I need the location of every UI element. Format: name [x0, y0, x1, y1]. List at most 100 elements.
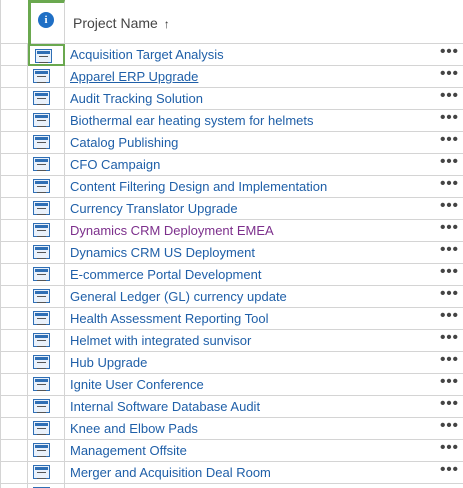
row-icon-cell[interactable] [28, 176, 65, 198]
more-options-icon[interactable]: ••• [435, 110, 463, 132]
project-name-link[interactable]: Audit Tracking Solution [65, 88, 435, 110]
table-row[interactable]: Acquisition Target Analysis ••• [1, 44, 463, 66]
project-name-link[interactable]: Merger and Acquisition Deal Room [65, 462, 435, 484]
project-name-link[interactable]: E-commerce Portal Development [65, 264, 435, 286]
row-select[interactable] [1, 242, 28, 264]
project-name-link[interactable]: Currency Translator Upgrade [65, 198, 435, 220]
row-icon-cell[interactable] [28, 462, 65, 484]
row-select[interactable] [1, 374, 28, 396]
table-row[interactable]: Merger and Acquisition Deal Room ••• [1, 462, 463, 484]
project-name-link[interactable]: Internal Software Database Audit [65, 396, 435, 418]
project-name-link[interactable]: Management Offsite [65, 440, 435, 462]
table-row[interactable]: Apparel ERP Upgrade ••• [1, 66, 463, 88]
table-row[interactable]: Audit Tracking Solution ••• [1, 88, 463, 110]
row-select[interactable] [1, 418, 28, 440]
more-options-icon[interactable]: ••• [435, 396, 463, 418]
more-options-icon[interactable]: ••• [435, 286, 463, 308]
table-row[interactable]: Internal Software Database Audit ••• [1, 396, 463, 418]
more-options-icon[interactable]: ••• [435, 242, 463, 264]
project-name-link[interactable]: Helmet with integrated sunvisor [65, 330, 435, 352]
project-name-link[interactable]: CFO Campaign [65, 154, 435, 176]
more-options-icon[interactable]: ••• [435, 66, 463, 88]
project-name-column-header[interactable]: Project Name ↑ [65, 0, 463, 44]
row-select[interactable] [1, 220, 28, 242]
more-options-icon[interactable]: ••• [435, 308, 463, 330]
row-icon-cell[interactable] [28, 264, 65, 286]
more-options-icon[interactable]: ••• [435, 352, 463, 374]
row-select[interactable] [1, 330, 28, 352]
row-select[interactable] [1, 352, 28, 374]
project-name-link[interactable]: Dynamics CRM US Deployment [65, 242, 435, 264]
table-row[interactable]: General Ledger (GL) currency update ••• [1, 286, 463, 308]
more-options-icon[interactable]: ••• [435, 44, 463, 66]
project-name-link[interactable]: Biothermal ear heating system for helmet… [65, 110, 435, 132]
row-icon-cell[interactable] [28, 330, 65, 352]
more-options-icon[interactable]: ••• [435, 132, 463, 154]
row-select[interactable] [1, 176, 28, 198]
row-select[interactable] [1, 110, 28, 132]
row-icon-cell[interactable] [28, 242, 65, 264]
project-name-link[interactable]: Dynamics CRM Deployment EMEA [65, 220, 435, 242]
row-select[interactable] [1, 308, 28, 330]
more-options-icon[interactable]: ••• [435, 264, 463, 286]
row-icon-cell[interactable] [28, 286, 65, 308]
more-options-icon[interactable]: ••• [435, 440, 463, 462]
row-icon-cell[interactable] [28, 66, 65, 88]
project-name-link[interactable]: Knee and Elbow Pads [65, 418, 435, 440]
row-select[interactable] [1, 286, 28, 308]
table-row[interactable]: Currency Translator Upgrade ••• [1, 198, 463, 220]
row-icon-cell[interactable] [28, 220, 65, 242]
project-name-link[interactable]: Health Assessment Reporting Tool [65, 308, 435, 330]
table-row[interactable]: Biothermal ear heating system for helmet… [1, 110, 463, 132]
table-row[interactable]: Dynamics CRM US Deployment ••• [1, 242, 463, 264]
row-icon-cell[interactable] [28, 88, 65, 110]
table-row[interactable]: Management Offsite ••• [1, 440, 463, 462]
row-icon-cell[interactable] [28, 198, 65, 220]
row-icon-cell[interactable] [28, 418, 65, 440]
row-icon-cell[interactable] [28, 352, 65, 374]
row-select[interactable] [1, 264, 28, 286]
more-options-icon[interactable]: ••• [435, 88, 463, 110]
table-row[interactable]: Health Assessment Reporting Tool ••• [1, 308, 463, 330]
row-select[interactable] [1, 198, 28, 220]
row-select[interactable] [1, 66, 28, 88]
table-row[interactable]: Catalog Publishing ••• [1, 132, 463, 154]
row-icon-cell[interactable] [28, 440, 65, 462]
info-column-header[interactable]: i [28, 0, 65, 44]
more-options-icon[interactable]: ••• [435, 176, 463, 198]
more-options-icon[interactable]: ••• [435, 198, 463, 220]
table-row[interactable]: Content Filtering Design and Implementat… [1, 176, 463, 198]
row-select[interactable] [1, 44, 28, 66]
more-options-icon[interactable]: ••• [435, 330, 463, 352]
table-row[interactable]: Knee and Elbow Pads ••• [1, 418, 463, 440]
row-select[interactable] [1, 396, 28, 418]
row-select[interactable] [1, 132, 28, 154]
project-name-link[interactable]: Ignite User Conference [65, 374, 435, 396]
project-name-link[interactable]: Content Filtering Design and Implementat… [65, 176, 435, 198]
row-icon-cell[interactable] [28, 396, 65, 418]
table-row[interactable]: Dynamics CRM Deployment EMEA ••• [1, 220, 463, 242]
more-options-icon[interactable]: ••• [435, 374, 463, 396]
row-select[interactable] [1, 440, 28, 462]
more-options-icon[interactable]: ••• [435, 418, 463, 440]
row-icon-cell[interactable] [28, 154, 65, 176]
project-name-link[interactable]: Catalog Publishing [65, 132, 435, 154]
table-row[interactable]: CFO Campaign ••• [1, 154, 463, 176]
info-icon[interactable]: i [38, 12, 54, 28]
row-select[interactable] [1, 154, 28, 176]
row-icon-cell[interactable] [28, 374, 65, 396]
row-select[interactable] [1, 88, 28, 110]
table-row[interactable]: Helmet with integrated sunvisor ••• [1, 330, 463, 352]
row-icon-cell[interactable] [28, 110, 65, 132]
table-row[interactable]: E-commerce Portal Development ••• [1, 264, 463, 286]
project-name-link[interactable]: Apparel ERP Upgrade [65, 66, 435, 88]
project-name-link[interactable]: Hub Upgrade [65, 352, 435, 374]
more-options-icon[interactable]: ••• [435, 220, 463, 242]
row-icon-cell[interactable] [28, 44, 65, 66]
more-options-icon[interactable]: ••• [435, 154, 463, 176]
row-select[interactable] [1, 462, 28, 484]
row-icon-cell[interactable] [28, 132, 65, 154]
project-name-link[interactable]: Acquisition Target Analysis [65, 44, 435, 66]
table-row[interactable]: Ignite User Conference ••• [1, 374, 463, 396]
row-icon-cell[interactable] [28, 308, 65, 330]
